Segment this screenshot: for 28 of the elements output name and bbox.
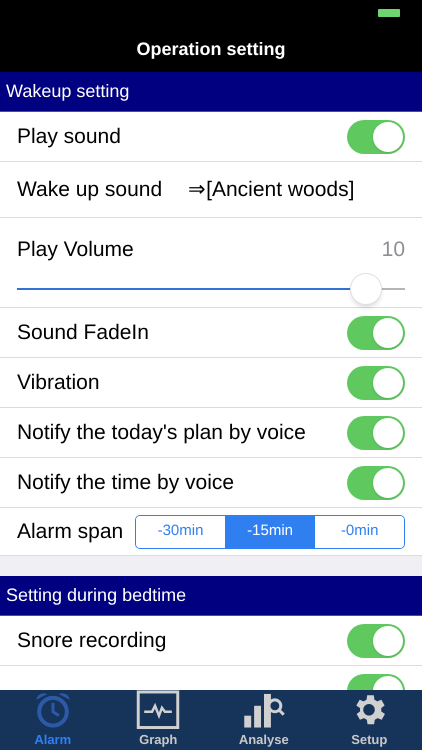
- setting-label: Notify the time by voice: [17, 470, 234, 496]
- toggle-switch[interactable]: [347, 316, 405, 350]
- setting-label: Alarm span: [17, 518, 124, 545]
- tab-bar-item[interactable]: Setup: [316, 690, 422, 750]
- toggle-switch[interactable]: [347, 366, 405, 400]
- setting-label: Sound FadeIn: [17, 320, 149, 346]
- setting-label: Snore recording: [17, 628, 166, 654]
- setting-label: Wake up sound: [17, 176, 162, 203]
- toggle-switch[interactable]: [347, 466, 405, 500]
- volume-slider[interactable]: [17, 272, 405, 306]
- tab-bar-item[interactable]: Analyse: [211, 690, 316, 750]
- screen-title: Operation setting: [136, 38, 286, 61]
- toggle-switch[interactable]: [347, 416, 405, 450]
- battery-icon: [378, 9, 400, 17]
- setting-label: Play Volume: [17, 237, 134, 263]
- toggle-switch[interactable]: [347, 120, 405, 154]
- setting-label: Vibration: [17, 370, 100, 396]
- volume-value: 10: [382, 237, 405, 263]
- toggle-switch[interactable]: [347, 624, 405, 658]
- segment-option[interactable]: -0min: [314, 516, 404, 548]
- segment-option[interactable]: -15min: [224, 516, 314, 548]
- setting-label: Play sound: [17, 124, 121, 150]
- tab-bar-item[interactable]: Graph: [106, 690, 211, 750]
- section-header: Wakeup setting: [0, 72, 422, 112]
- section-header: Setting during bedtime: [0, 576, 422, 616]
- graph-monitor-icon: [136, 690, 180, 730]
- sound-value[interactable]: ⇒[Ancient woods]: [188, 174, 354, 206]
- setting-label: Notify the today's plan by voice: [17, 420, 306, 446]
